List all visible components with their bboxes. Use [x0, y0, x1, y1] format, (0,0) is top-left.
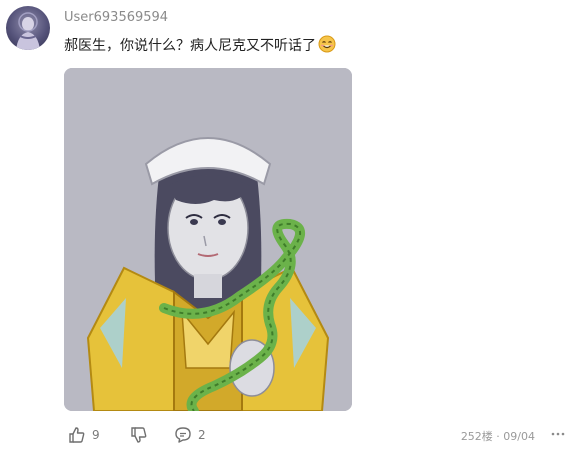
reply-button[interactable]: 2	[174, 426, 206, 444]
comment-footer: 9 2 252楼 · 09/04	[0, 426, 575, 444]
comment-body: 郝医生，你说什么？病人尼克又不听话了	[64, 38, 316, 54]
smiling-face-emoji-icon	[318, 35, 336, 53]
avatar-figure-icon	[16, 12, 40, 50]
like-count: 9	[92, 428, 100, 442]
thumbs-down-icon	[131, 427, 147, 443]
reply-count: 2	[198, 428, 206, 442]
user-avatar[interactable]	[6, 6, 50, 50]
dislike-button[interactable]	[130, 426, 148, 444]
more-options-button[interactable]	[551, 427, 565, 441]
like-button[interactable]: 9	[68, 426, 100, 444]
username[interactable]: User693569594	[64, 10, 168, 25]
comment-text: 郝医生，你说什么？病人尼克又不听话了	[64, 35, 336, 55]
comment-bubble-icon	[175, 427, 191, 443]
thumbs-up-icon	[69, 427, 85, 443]
post-image[interactable]	[64, 68, 352, 411]
more-dots-icon	[551, 432, 565, 436]
floor-and-date: 252楼 · 09/04	[460, 430, 535, 443]
nurse-anime-illustration	[64, 68, 352, 411]
